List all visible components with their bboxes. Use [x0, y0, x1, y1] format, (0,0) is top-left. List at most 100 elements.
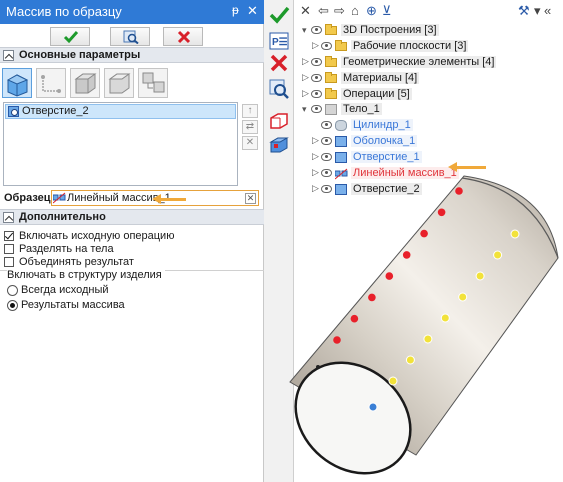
feature-list[interactable]: Отверстие_2 — [3, 102, 238, 186]
list-item[interactable]: Отверстие_2 — [5, 104, 236, 119]
cube-blue-icon — [269, 137, 289, 153]
dropdown-icon[interactable]: ▾ — [534, 3, 541, 19]
mode-surface-button[interactable] — [104, 68, 134, 98]
pin-icon[interactable]: ᵽ — [232, 3, 239, 17]
list-item-label: Отверстие_2 — [22, 105, 89, 117]
hole-marker — [437, 208, 446, 217]
hole-icon — [335, 152, 347, 163]
solid-button[interactable] — [268, 134, 290, 156]
eye-icon[interactable] — [321, 137, 332, 145]
cylinder-model[interactable] — [273, 175, 559, 482]
add-arrow-icon[interactable]: ↑ — [242, 104, 258, 118]
expand-arrow-icon[interactable]: ▷ — [312, 151, 319, 162]
settings-icon[interactable]: ⚒ — [518, 3, 530, 19]
mode-solid-button[interactable] — [70, 68, 100, 98]
hole-marker — [510, 229, 520, 239]
collapse-arrow-icon[interactable]: ▾ — [302, 104, 307, 115]
eye-icon[interactable] — [321, 121, 332, 129]
preview-icon — [123, 30, 139, 44]
collapse-panel-icon[interactable]: « — [544, 3, 551, 18]
sample-label: Образец: — [4, 192, 55, 204]
cancel-icon — [270, 54, 288, 72]
parameters-icon: P☰ — [269, 32, 289, 50]
tree-item-materials[interactable]: ▷ Материалы [4] — [302, 72, 552, 86]
tree-item-planes[interactable]: ▷ Рабочие плоскости [3] — [312, 40, 552, 54]
swap-icon[interactable]: ⇄ — [242, 120, 258, 134]
mode-body-button[interactable] — [2, 68, 32, 98]
mode-assembly-button[interactable] — [138, 68, 168, 98]
eye-icon[interactable] — [311, 26, 322, 34]
expand-arrow-icon[interactable]: ▷ — [302, 88, 309, 99]
assembly-icon — [142, 72, 165, 93]
radio[interactable] — [7, 300, 18, 311]
preview-button[interactable] — [110, 27, 150, 46]
folder-icon — [325, 24, 337, 35]
hole-marker — [405, 355, 415, 365]
tree-item-body[interactable]: ▾ Тело_1 — [302, 103, 552, 117]
eye-icon[interactable] — [321, 153, 332, 161]
pointer-arrow-icon — [448, 162, 486, 172]
section-additional-header[interactable]: Дополнительно — [0, 209, 264, 225]
shell-icon — [335, 136, 347, 147]
tree-item-geometry[interactable]: ▷ Геометрические элементы [4] — [302, 56, 552, 70]
tree-item-operations[interactable]: ▷ Операции [5] — [302, 88, 552, 102]
hole-marker — [420, 229, 428, 238]
target-icon[interactable]: ⊕ — [366, 3, 377, 19]
body-cube-icon — [6, 74, 29, 97]
folder-icon — [335, 40, 347, 51]
option-label: Разделять на тела — [19, 243, 114, 255]
checkbox[interactable] — [4, 257, 14, 267]
eye-icon[interactable] — [311, 58, 322, 66]
checkbox[interactable] — [4, 244, 14, 254]
tree-item-shell[interactable]: ▷ Оболочка_1 — [312, 135, 552, 149]
eye-icon[interactable] — [311, 105, 322, 113]
expand-arrow-icon[interactable]: ▷ — [312, 40, 319, 51]
cancel-button[interactable] — [163, 27, 203, 46]
eye-icon[interactable] — [311, 90, 322, 98]
section-main-header[interactable]: Основные параметры — [0, 47, 264, 63]
apply-button[interactable] — [268, 4, 290, 26]
collapse-arrow-icon[interactable]: ▾ — [302, 25, 307, 36]
hole-marker — [350, 314, 359, 323]
source-hole-marker — [368, 402, 378, 412]
collapse-icon[interactable] — [3, 212, 14, 223]
radio[interactable] — [7, 285, 18, 296]
hole-marker — [423, 334, 433, 344]
hole-marker — [388, 376, 398, 386]
collapse-icon[interactable] — [3, 50, 14, 61]
expand-arrow-icon[interactable]: ▷ — [302, 56, 309, 67]
cube-red-icon — [270, 113, 288, 129]
stop-button[interactable] — [268, 52, 290, 74]
mode-faces-button[interactable] — [36, 68, 66, 98]
ok-button[interactable] — [50, 27, 90, 46]
3d-viewport[interactable] — [264, 172, 563, 482]
back-icon[interactable]: ⇦ — [318, 3, 329, 19]
hole-marker — [440, 313, 450, 323]
clear-icon[interactable]: ✕ — [245, 193, 256, 204]
tree-item-label: Операции [5] — [341, 88, 412, 100]
expand-arrow-icon[interactable]: ▷ — [302, 72, 309, 83]
preview-view-button[interactable] — [268, 78, 290, 100]
radio-label: Всегда исходный — [21, 284, 109, 296]
folder-icon — [325, 88, 337, 99]
checkbox[interactable] — [4, 231, 14, 241]
folder-icon — [325, 72, 337, 83]
home-icon[interactable]: ⌂ — [351, 3, 359, 18]
parameters-button[interactable]: P☰ — [268, 30, 290, 52]
close-icon[interactable]: ✕ — [300, 3, 311, 19]
checkmark-icon — [269, 6, 290, 24]
eye-icon[interactable] — [321, 42, 332, 50]
close-icon[interactable]: ✕ — [247, 3, 258, 19]
tree-item-hole-1[interactable]: ▷ Отверстие_1 — [312, 151, 552, 165]
tree-item-cylinder[interactable]: Цилиндр_1 — [312, 119, 552, 133]
expand-icon[interactable]: ⊻ — [382, 3, 392, 19]
panel-title: Массив по образцу — [6, 4, 122, 19]
zoom-icon — [269, 79, 289, 99]
sketch-button[interactable] — [268, 110, 290, 132]
expand-arrow-icon[interactable]: ▷ — [312, 135, 319, 146]
remove-icon[interactable]: ✕ — [242, 136, 258, 150]
tree-item-3d[interactable]: ▾ 3D Построения [3] — [302, 24, 552, 38]
radio-label: Результаты массива — [21, 299, 125, 311]
eye-icon[interactable] — [311, 74, 322, 82]
forward-icon[interactable]: ⇨ — [334, 3, 345, 19]
